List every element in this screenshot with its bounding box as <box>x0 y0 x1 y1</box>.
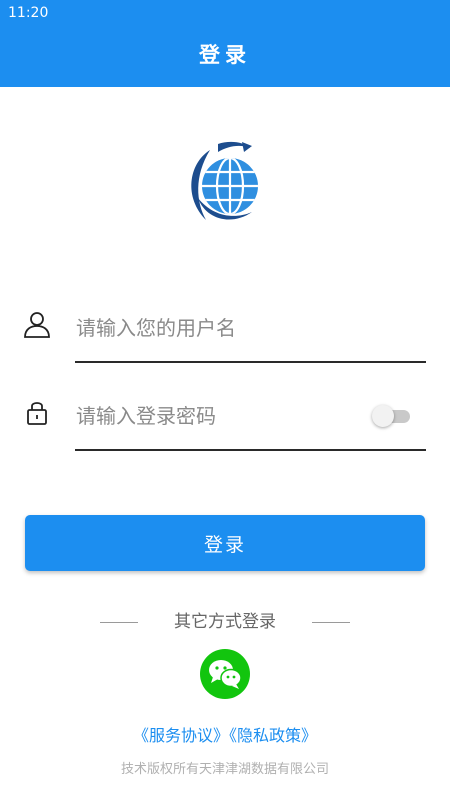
username-underline <box>75 361 426 363</box>
policy-links: 《服务协议》《隐私政策》 <box>0 724 450 748</box>
globe-logo-icon <box>191 141 258 220</box>
wechat-icon <box>209 660 242 689</box>
password-underline <box>75 449 426 451</box>
lock-icon <box>27 402 47 425</box>
login-button[interactable]: 登录 <box>25 515 425 571</box>
status-bar-time: 11:20 <box>8 5 49 21</box>
copyright-text: 技术版权所有天津津湖数据有限公司 <box>120 762 329 777</box>
divider-line-right <box>312 622 350 623</box>
password-field <box>22 383 426 453</box>
toggle-knob <box>372 405 394 427</box>
username-field <box>22 295 426 365</box>
user-icon <box>24 312 50 338</box>
other-login-label: 其它方式登录 <box>174 612 276 632</box>
header-bar: 11:20 登录 <box>0 0 450 87</box>
show-password-toggle[interactable] <box>372 405 410 427</box>
service-agreement-link[interactable]: 《服务协议》 <box>133 726 229 745</box>
wechat-login-button[interactable] <box>200 649 250 699</box>
privacy-policy-link[interactable]: 《隐私政策》 <box>229 726 317 745</box>
username-input[interactable] <box>76 295 424 361</box>
page-title: 登录 <box>199 43 251 67</box>
divider-line-left <box>100 622 138 623</box>
